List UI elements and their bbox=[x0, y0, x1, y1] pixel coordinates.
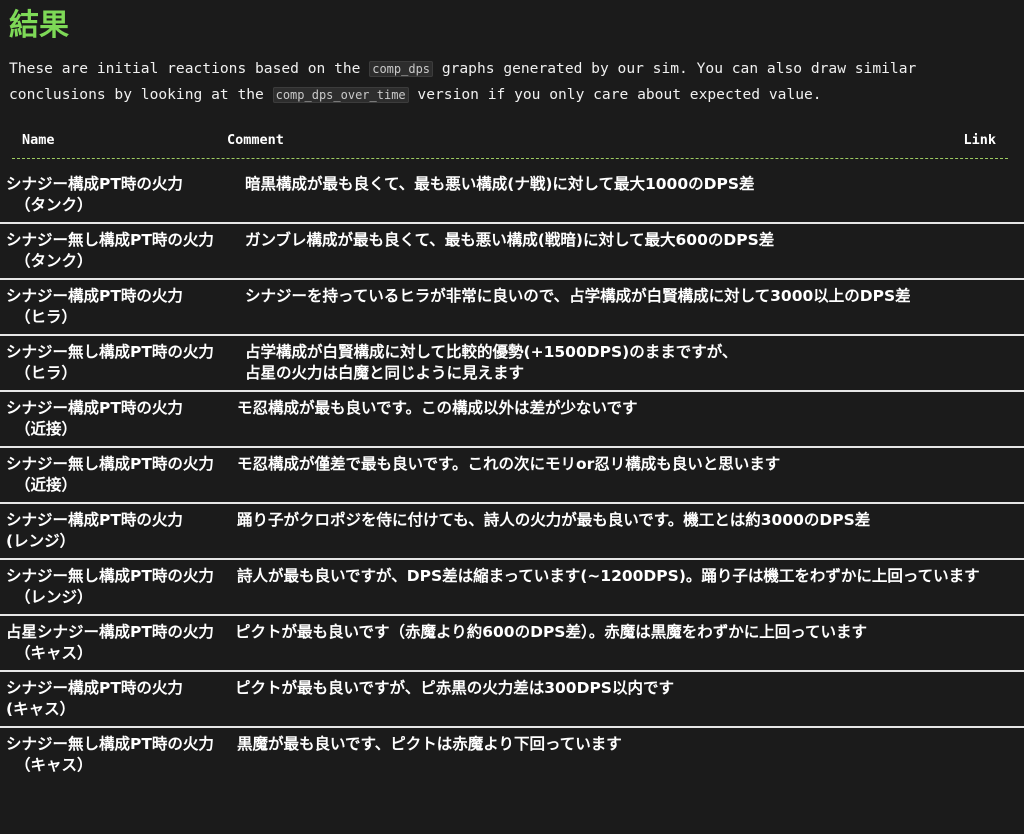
intro-text: These are initial reactions based on the bbox=[9, 60, 370, 77]
row-name-line: シナジー構成PT時の火力 bbox=[6, 399, 183, 417]
row-comment-line: ガンブレ構成が最も良くて、最も悪い構成(戦暗)に対して最大600のDPS差 bbox=[245, 231, 775, 249]
row-name-role: (レンジ） bbox=[6, 532, 76, 550]
table-row: シナジー構成PT時の火力 （タンク） 暗黒構成が最も良くて、最も悪い構成(ナ戦)に… bbox=[0, 168, 1024, 224]
row-name-line: シナジー無し構成PT時の火力 bbox=[6, 735, 214, 753]
intro-text: graphs generated by our sim. You can als… bbox=[433, 60, 917, 77]
row-comment-line: 踊り子がクロポジを侍に付けても、詩人の火力が最も良いです。機工とは約3000のD… bbox=[237, 511, 871, 529]
column-header-link: Link bbox=[963, 132, 996, 148]
row-name: シナジー無し構成PT時の火力 （タンク） bbox=[6, 230, 232, 272]
row-name: シナジー構成PT時の火力 (キャス） bbox=[6, 678, 232, 720]
row-comment: ガンブレ構成が最も良くて、最も悪い構成(戦暗)に対して最大600のDPS差 bbox=[245, 230, 1020, 251]
row-comment-line: ピクトが最も良いです（赤魔より約600のDPS差）。赤魔は黒魔をわずかに上回って… bbox=[235, 623, 867, 641]
row-name-role: （タンク） bbox=[15, 252, 93, 270]
row-comment: モ忍構成が最も良いです。この構成以外は差が少ないです bbox=[237, 398, 1012, 419]
row-comment-line: 黒魔が最も良いです、ピクトは赤魔より下回っています bbox=[237, 735, 622, 753]
table-row: シナジー無し構成PT時の火力 （キャス） 黒魔が最も良いです、ピクトは赤魔より下回… bbox=[0, 728, 1024, 784]
row-name-line: シナジー構成PT時の火力 bbox=[6, 287, 183, 305]
table-header: Name Comment Link bbox=[12, 130, 1008, 159]
table-row: シナジー無し構成PT時の火力 （タンク） ガンブレ構成が最も良くて、最も悪い構成(… bbox=[0, 224, 1024, 280]
row-name: シナジー無し構成PT時の火力 （レンジ） bbox=[6, 566, 232, 608]
intro-line-1: These are initial reactions based on the… bbox=[9, 56, 1019, 82]
row-comment-line: モ忍構成が最も良いです。この構成以外は差が少ないです bbox=[237, 399, 638, 417]
row-comment-line: 占学構成が白賢構成に対して比較的優勢(+1500DPS)のままですが、 bbox=[245, 343, 738, 361]
page-title: 結果 bbox=[9, 8, 69, 43]
row-name: シナジー無し構成PT時の火力 （ヒラ） bbox=[6, 342, 232, 384]
row-comment: ピクトが最も良いです（赤魔より約600のDPS差）。赤魔は黒魔をわずかに上回って… bbox=[235, 622, 1010, 643]
table-row: シナジー無し構成PT時の火力 （レンジ） 詩人が最も良いですが、DPS差は縮まって… bbox=[0, 560, 1024, 616]
row-name-role: （レンジ） bbox=[15, 588, 93, 606]
row-name: 占星シナジー構成PT時の火力 （キャス） bbox=[6, 622, 232, 664]
row-comment: モ忍構成が僅差で最も良いです。これの次にモリor忍リ構成も良いと思います bbox=[237, 454, 1012, 475]
row-name-role: （タンク） bbox=[15, 196, 93, 214]
row-name: シナジー構成PT時の火力 （ヒラ） bbox=[6, 286, 232, 328]
row-name-line: シナジー構成PT時の火力 bbox=[6, 175, 183, 193]
table-row: シナジー無し構成PT時の火力 （近接） モ忍構成が僅差で最も良いです。これの次にモ… bbox=[0, 448, 1024, 504]
row-comment-line: 占星の火力は白魔と同じように見えます bbox=[245, 364, 525, 382]
intro-paragraph: These are initial reactions based on the… bbox=[9, 56, 1019, 108]
row-comment: 黒魔が最も良いです、ピクトは赤魔より下回っています bbox=[237, 734, 1012, 755]
row-name: シナジー構成PT時の火力 （近接） bbox=[6, 398, 232, 440]
row-comment-line: 暗黒構成が最も良くて、最も悪い構成(ナ戦)に対して最大1000のDPS差 bbox=[245, 175, 755, 193]
table-row: シナジー無し構成PT時の火力 （ヒラ） 占学構成が白賢構成に対して比較的優勢(+1… bbox=[0, 336, 1024, 392]
intro-text: version if you only care about expected … bbox=[408, 86, 822, 103]
row-name-role: （近接） bbox=[15, 420, 78, 438]
intro-line-2: conclusions by looking at the comp_dps_o… bbox=[9, 82, 1019, 108]
row-name-line: 占星シナジー構成PT時の火力 bbox=[6, 623, 214, 641]
row-comment-line: シナジーを持っているヒラが非常に良いので、占学構成が白賢構成に対して3000以上… bbox=[245, 287, 911, 305]
table-row: シナジー構成PT時の火力 （ヒラ） シナジーを持っているヒラが非常に良いので、占学… bbox=[0, 280, 1024, 336]
row-name: シナジー無し構成PT時の火力 （近接） bbox=[6, 454, 232, 496]
table-row: 占星シナジー構成PT時の火力 （キャス） ピクトが最も良いです（赤魔より約600の… bbox=[0, 616, 1024, 672]
row-name-role: （キャス） bbox=[15, 644, 93, 662]
row-name: シナジー構成PT時の火力 (レンジ） bbox=[6, 510, 232, 552]
row-comment: 詩人が最も良いですが、DPS差は縮まっています(~1200DPS)。踊り子は機工… bbox=[237, 566, 1012, 587]
results-table-body: シナジー構成PT時の火力 （タンク） 暗黒構成が最も良くて、最も悪い構成(ナ戦)に… bbox=[0, 168, 1024, 784]
row-name-line: シナジー構成PT時の火力 bbox=[6, 679, 183, 697]
row-comment: 占学構成が白賢構成に対して比較的優勢(+1500DPS)のままですが、 占星の火力… bbox=[245, 342, 1020, 384]
intro-text: conclusions by looking at the bbox=[9, 86, 273, 103]
row-name-role: (キャス） bbox=[6, 700, 76, 718]
column-header-comment: Comment bbox=[227, 132, 284, 148]
row-name: シナジー構成PT時の火力 （タンク） bbox=[6, 174, 232, 216]
row-name: シナジー無し構成PT時の火力 （キャス） bbox=[6, 734, 232, 776]
row-name-role: （ヒラ） bbox=[15, 364, 78, 382]
table-row: シナジー構成PT時の火力 (レンジ） 踊り子がクロポジを侍に付けても、詩人の火力が… bbox=[0, 504, 1024, 560]
row-name-role: （ヒラ） bbox=[15, 308, 78, 326]
column-header-name: Name bbox=[22, 132, 55, 148]
row-comment: 踊り子がクロポジを侍に付けても、詩人の火力が最も良いです。機工とは約3000のD… bbox=[237, 510, 1012, 531]
row-name-line: シナジー構成PT時の火力 bbox=[6, 511, 183, 529]
row-comment: シナジーを持っているヒラが非常に良いので、占学構成が白賢構成に対して3000以上… bbox=[245, 286, 1020, 307]
row-name-line: シナジー無し構成PT時の火力 bbox=[6, 343, 214, 361]
table-row: シナジー構成PT時の火力 (キャス） ピクトが最も良いですが、ピ赤黒の火力差は30… bbox=[0, 672, 1024, 728]
row-name-line: シナジー無し構成PT時の火力 bbox=[6, 455, 214, 473]
row-comment-line: ピクトが最も良いですが、ピ赤黒の火力差は300DPS以内です bbox=[235, 679, 674, 697]
inline-code-comp-dps-over-time: comp_dps_over_time bbox=[272, 87, 409, 103]
table-row: シナジー構成PT時の火力 （近接） モ忍構成が最も良いです。この構成以外は差が少な… bbox=[0, 392, 1024, 448]
row-name-role: （近接） bbox=[15, 476, 78, 494]
row-comment-line: モ忍構成が僅差で最も良いです。これの次にモリor忍リ構成も良いと思います bbox=[237, 455, 781, 473]
row-comment-line: 詩人が最も良いですが、DPS差は縮まっています(~1200DPS)。踊り子は機工… bbox=[237, 567, 980, 585]
row-comment: ピクトが最も良いですが、ピ赤黒の火力差は300DPS以内です bbox=[235, 678, 1010, 699]
row-name-line: シナジー無し構成PT時の火力 bbox=[6, 231, 214, 249]
row-comment: 暗黒構成が最も良くて、最も悪い構成(ナ戦)に対して最大1000のDPS差 bbox=[245, 174, 1020, 195]
row-name-role: （キャス） bbox=[15, 756, 93, 774]
row-name-line: シナジー無し構成PT時の火力 bbox=[6, 567, 214, 585]
inline-code-comp-dps: comp_dps bbox=[369, 61, 434, 77]
